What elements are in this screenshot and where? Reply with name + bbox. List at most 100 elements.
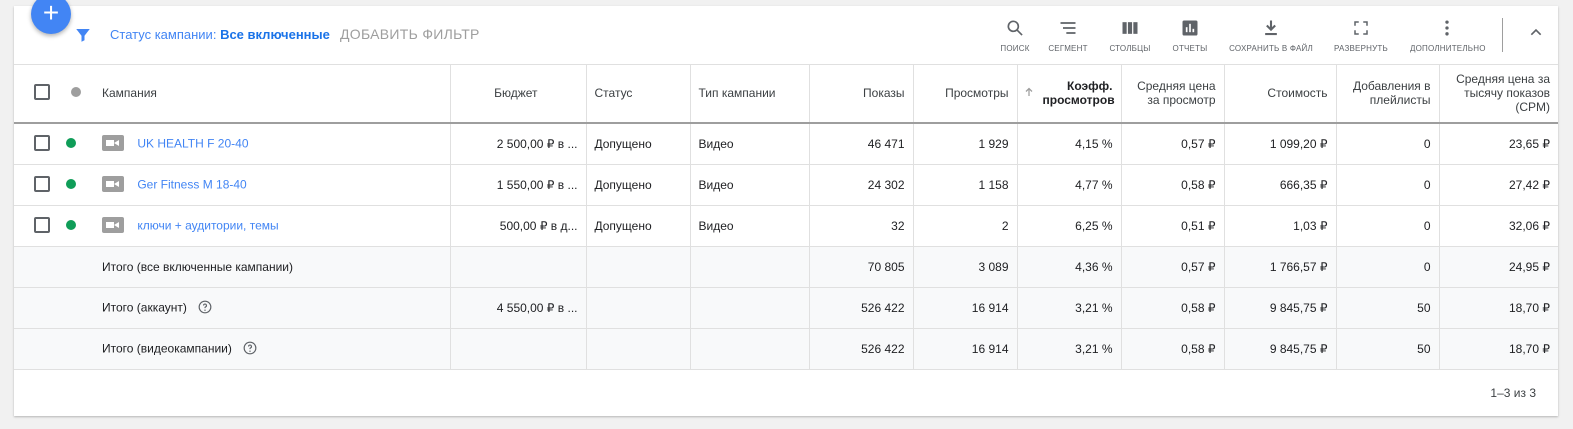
status-cell: Допущено — [585, 123, 690, 165]
campaign-status-filter[interactable]: Статус кампании: Все включенные — [110, 27, 330, 42]
segment-tool-button[interactable]: СЕГМЕНТ — [1046, 16, 1090, 56]
avg-cpv-cell: 0,57 ₽ — [1120, 123, 1224, 165]
status-cell: Допущено — [585, 164, 690, 206]
enabled-status-dot — [58, 164, 94, 206]
row-checkbox[interactable] — [14, 164, 58, 206]
header-budget[interactable]: Бюджет — [449, 64, 586, 124]
total-label-cell: Итого (видеокампании) — [94, 328, 450, 370]
total-avg-cpv-cell: 0,58 ₽ — [1120, 328, 1224, 370]
campaigns-card: + Статус кампании: Все включенные ДОБАВИ… — [14, 0, 1558, 416]
table-row[interactable]: ключи + аудитории, темы 500,00 ₽ в д... … — [14, 205, 1558, 247]
cost-cell: 666,35 ₽ — [1223, 164, 1336, 206]
help-icon[interactable] — [198, 300, 212, 317]
total-view-rate-cell: 3,21 % — [1016, 328, 1121, 370]
table-row[interactable]: UK HEALTH F 20-40 2 500,00 ₽ в ... Допущ… — [14, 123, 1558, 165]
total-view-rate-cell: 4,36 % — [1016, 246, 1121, 288]
view-rate-cell: 4,15 % — [1016, 123, 1121, 165]
expand-tool-button[interactable]: РАЗВЕРНУТЬ — [1334, 16, 1388, 56]
video-camera-icon — [102, 175, 124, 195]
reports-tool-button[interactable]: ОТЧЕТЫ — [1171, 16, 1209, 56]
save-to-file-button[interactable]: СОХРАНИТЬ В ФАЙЛ — [1229, 16, 1313, 56]
header-campaign[interactable]: Кампания — [94, 64, 450, 124]
campaign-link[interactable]: UK HEALTH F 20-40 — [137, 136, 248, 150]
add-filter-button[interactable]: ДОБАВИТЬ ФИЛЬТР — [340, 26, 480, 42]
views-cell: 1 158 — [912, 164, 1017, 206]
enabled-status-dot — [58, 123, 94, 165]
budget-cell[interactable]: 1 550,00 ₽ в ... — [449, 164, 586, 206]
total-impressions-cell: 70 805 — [808, 246, 913, 288]
total-impressions-cell: 526 422 — [808, 328, 913, 370]
header-view-rate[interactable]: Коэфф. просмотров — [1016, 64, 1121, 124]
table-header-row: Кампания Бюджет Статус Тип кампании Пока… — [14, 64, 1558, 124]
total-playlist-adds-cell: 50 — [1335, 328, 1439, 370]
impressions-cell: 24 302 — [808, 164, 913, 206]
header-cost[interactable]: Стоимость — [1223, 64, 1336, 124]
total-cost-cell: 9 845,75 ₽ — [1223, 287, 1336, 329]
avg-cpv-cell: 0,58 ₽ — [1120, 164, 1224, 206]
total-budget-cell — [449, 246, 586, 288]
total-label: Итого (видеокампании) — [102, 341, 232, 356]
header-cpm[interactable]: Средняя цена за тысячу показов (CPM) — [1438, 64, 1558, 124]
total-view-rate-cell: 3,21 % — [1016, 287, 1121, 329]
columns-tool-button[interactable]: СТОЛБЦЫ — [1107, 16, 1153, 56]
playlist-adds-cell: 0 — [1335, 164, 1439, 206]
header-impressions[interactable]: Показы — [808, 64, 913, 124]
total-views-cell: 3 089 — [912, 246, 1017, 288]
enabled-status-dot — [58, 205, 94, 247]
header-views[interactable]: Просмотры — [912, 64, 1017, 124]
header-campaign-type[interactable]: Тип кампании — [689, 64, 809, 124]
playlist-adds-cell: 0 — [1335, 205, 1439, 247]
budget-cell[interactable]: 500,00 ₽ в д... — [449, 205, 586, 247]
search-icon — [997, 16, 1033, 40]
total-cost-cell: 1 766,57 ₽ — [1223, 246, 1336, 288]
header-playlist-adds[interactable]: Добавления в плейлисты — [1335, 64, 1439, 124]
sort-arrow-up-icon — [1023, 86, 1035, 101]
more-tool-button[interactable]: ДОПОЛНИТЕЛЬНО — [1410, 16, 1485, 56]
total-row: Итого (все включенные кампании) 70 805 3… — [14, 246, 1558, 288]
view-rate-cell: 4,77 % — [1016, 164, 1121, 206]
reports-icon — [1171, 16, 1209, 40]
table-toolbar: Статус кампании: Все включенные ДОБАВИТЬ… — [14, 6, 1558, 65]
campaign-name-cell: UK HEALTH F 20-40 — [94, 123, 450, 165]
search-tool-button[interactable]: ПОИСК — [997, 16, 1033, 56]
total-cost-cell: 9 845,75 ₽ — [1223, 328, 1336, 370]
total-avg-cpv-cell: 0,58 ₽ — [1120, 287, 1224, 329]
campaign-name-cell: ключи + аудитории, темы — [94, 205, 450, 247]
avg-cpv-cell: 0,51 ₽ — [1120, 205, 1224, 247]
total-playlist-adds-cell: 0 — [1335, 246, 1439, 288]
table-row[interactable]: Ger Fitness M 18-40 1 550,00 ₽ в ... Доп… — [14, 164, 1558, 206]
video-camera-icon — [102, 134, 124, 154]
help-icon[interactable] — [243, 341, 257, 358]
filter-value: Все включенные — [220, 27, 330, 42]
total-row: Итого (видеокампании) 526 422 16 914 3,2… — [14, 328, 1558, 370]
pagination-label: 1–3 из 3 — [1490, 386, 1536, 400]
impressions-cell: 32 — [808, 205, 913, 247]
header-avg-cpv[interactable]: Средняя цена за просмотр — [1120, 64, 1224, 124]
filter-icon[interactable] — [74, 26, 92, 49]
select-all-checkbox[interactable] — [14, 64, 58, 124]
total-row: Итого (аккаунт) 4 550,00 ₽ в ... 526 422… — [14, 287, 1558, 329]
total-budget-cell — [449, 328, 586, 370]
cpm-cell: 27,42 ₽ — [1438, 164, 1558, 206]
total-playlist-adds-cell: 50 — [1335, 287, 1439, 329]
total-views-cell: 16 914 — [912, 287, 1017, 329]
total-label: Итого (аккаунт) — [102, 300, 187, 315]
views-cell: 1 929 — [912, 123, 1017, 165]
collapse-chevron-up-icon[interactable] — [1528, 24, 1544, 45]
cpm-cell: 23,65 ₽ — [1438, 123, 1558, 165]
more-vert-icon — [1410, 16, 1484, 40]
row-checkbox[interactable] — [14, 123, 58, 165]
row-checkbox[interactable] — [14, 205, 58, 247]
fullscreen-icon — [1334, 16, 1388, 40]
video-camera-icon — [102, 216, 124, 236]
type-cell: Видео — [689, 164, 809, 206]
cpm-cell: 32,06 ₽ — [1438, 205, 1558, 247]
total-budget-cell: 4 550,00 ₽ в ... — [449, 287, 586, 329]
campaign-link[interactable]: ключи + аудитории, темы — [137, 218, 278, 232]
views-cell: 2 — [912, 205, 1017, 247]
header-status[interactable]: Статус — [585, 64, 690, 124]
status-dot-header — [58, 64, 94, 124]
budget-cell[interactable]: 2 500,00 ₽ в ... — [449, 123, 586, 165]
view-rate-cell: 6,25 % — [1016, 205, 1121, 247]
campaign-link[interactable]: Ger Fitness M 18-40 — [137, 177, 246, 191]
